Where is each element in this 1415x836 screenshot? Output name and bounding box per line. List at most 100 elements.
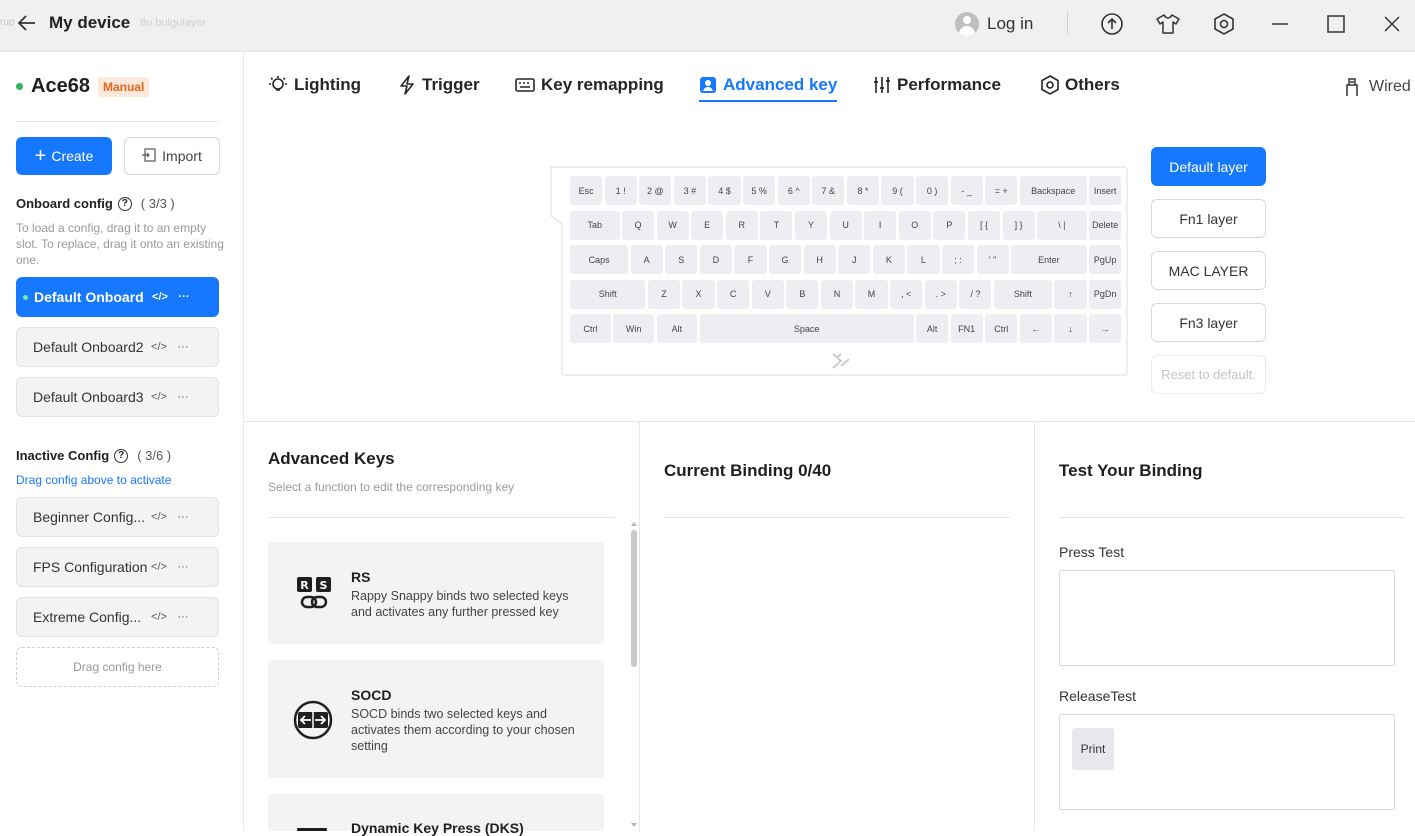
key-fn1[interactable]: FN1 — [950, 314, 983, 343]
key-q[interactable]: Q — [621, 210, 655, 240]
scroll-down-arrow-icon[interactable] — [631, 823, 637, 827]
key-h[interactable]: H — [803, 245, 836, 274]
key-space[interactable]: Space — [699, 314, 914, 343]
key-a[interactable]: A — [630, 245, 663, 274]
key-pgup[interactable]: PgUp — [1089, 245, 1122, 274]
help-icon[interactable]: ? — [114, 448, 129, 463]
key-alt[interactable]: Alt — [656, 314, 698, 343]
upload-icon[interactable] — [1099, 11, 1125, 37]
tab-lighting[interactable]: Lighting — [268, 75, 361, 95]
more-icon[interactable]: ··· — [172, 291, 196, 303]
back-arrow-icon[interactable] — [16, 12, 40, 36]
key-enter[interactable]: Enter — [1011, 245, 1087, 274]
layer-fn3-button[interactable]: Fn3 layer — [1151, 303, 1266, 342]
tab-trigger[interactable]: Trigger — [398, 75, 480, 95]
key-o[interactable]: O — [898, 210, 931, 240]
key-[interactable]: ] } — [1002, 210, 1035, 240]
key-s[interactable]: S — [665, 245, 698, 274]
code-icon[interactable]: </> — [147, 511, 171, 523]
key-3[interactable]: 3 # — [673, 176, 706, 205]
key-esc[interactable]: Esc — [570, 176, 603, 205]
login-button[interactable]: Log in — [955, 11, 1033, 37]
key-x[interactable]: X — [682, 279, 715, 309]
config-item-beginner[interactable]: Beginner Config... </> ··· — [16, 497, 219, 537]
key-pgdn[interactable]: PgDn — [1089, 279, 1122, 309]
key-r[interactable]: R — [725, 210, 758, 240]
key-[interactable]: . > — [924, 279, 957, 309]
maximize-icon[interactable] — [1323, 11, 1349, 37]
key-t[interactable]: T — [760, 210, 793, 240]
key-9[interactable]: 9 ( — [881, 176, 914, 205]
key-insert[interactable]: Insert — [1089, 176, 1122, 205]
key-0[interactable]: 0 ) — [916, 176, 949, 205]
key-alt[interactable]: Alt — [916, 314, 949, 343]
key-j[interactable]: J — [838, 245, 871, 274]
reset-default-button[interactable]: Reset to default. — [1151, 355, 1266, 394]
key-[interactable]: \ | — [1037, 210, 1087, 240]
scroll-up-arrow-icon[interactable] — [631, 522, 637, 526]
key-g[interactable]: G — [768, 245, 802, 274]
code-icon[interactable]: </> — [147, 391, 171, 403]
key-[interactable]: / ? — [959, 279, 992, 309]
key-[interactable]: ' " — [976, 245, 1009, 274]
layer-fn1-button[interactable]: Fn1 layer — [1151, 199, 1266, 238]
key-b[interactable]: B — [786, 279, 819, 309]
key-ctrl[interactable]: Ctrl — [985, 314, 1018, 343]
press-test-area[interactable] — [1059, 570, 1395, 666]
settings-hexagon-icon[interactable] — [1211, 11, 1237, 37]
key-k[interactable]: K — [872, 245, 905, 274]
key-4[interactable]: 4 $ — [708, 176, 741, 205]
scrollbar-thumb[interactable] — [631, 530, 637, 667]
layer-default-button[interactable]: Default layer — [1151, 147, 1266, 186]
code-icon[interactable]: </> — [148, 291, 172, 303]
key-2[interactable]: 2 @ — [639, 176, 672, 205]
key-e[interactable]: E — [691, 210, 724, 240]
advanced-card-socd[interactable]: SOCD SOCD binds two selected keys and ac… — [268, 660, 604, 778]
advanced-card-rs[interactable]: R S RS Rappy Snappy binds two selected k… — [268, 542, 604, 644]
config-item-default-onboard2[interactable]: Default Onboard2 </> ··· — [16, 327, 219, 367]
tab-key-remapping[interactable]: Key remapping — [515, 75, 664, 95]
key-[interactable]: - _ — [950, 176, 983, 205]
key-5[interactable]: 5 % — [743, 176, 776, 205]
key-6[interactable]: 6 ^ — [777, 176, 810, 205]
release-test-area[interactable]: Print — [1059, 714, 1395, 810]
key-[interactable]: ; : — [941, 245, 975, 274]
key-1[interactable]: 1 ! — [604, 176, 637, 205]
key-m[interactable]: M — [855, 279, 888, 309]
more-icon[interactable]: ··· — [171, 611, 195, 623]
tab-advanced-key[interactable]: Advanced key — [699, 75, 838, 102]
key-w[interactable]: W — [656, 210, 689, 240]
more-icon[interactable]: ··· — [171, 511, 195, 523]
key-shift[interactable]: Shift — [570, 279, 646, 309]
help-icon[interactable]: ? — [117, 196, 132, 211]
more-icon[interactable]: ··· — [171, 391, 195, 403]
code-icon[interactable]: </> — [147, 341, 171, 353]
key-p[interactable]: P — [933, 210, 966, 240]
key-[interactable]: [ { — [967, 210, 1001, 240]
layer-mac-button[interactable]: MAC LAYER — [1151, 251, 1266, 290]
key-[interactable]: , < — [890, 279, 923, 309]
key-i[interactable]: I — [864, 210, 897, 240]
key-backspace[interactable]: Backspace — [1019, 176, 1087, 205]
tab-performance[interactable]: Performance — [873, 75, 1001, 95]
key-win[interactable]: Win — [613, 314, 655, 343]
key-v[interactable]: V — [751, 279, 784, 309]
more-icon[interactable]: ··· — [171, 561, 195, 573]
close-icon[interactable] — [1379, 11, 1405, 37]
key-7[interactable]: 7 & — [812, 176, 845, 205]
config-drop-zone[interactable]: Drag config here — [16, 647, 219, 687]
tshirt-icon[interactable] — [1155, 11, 1181, 37]
key-caps[interactable]: Caps — [570, 245, 629, 274]
key-z[interactable]: Z — [647, 279, 681, 309]
key-l[interactable]: L — [907, 245, 940, 274]
key-d[interactable]: D — [699, 245, 732, 274]
key-n[interactable]: N — [820, 279, 854, 309]
key-tab[interactable]: Tab — [570, 210, 620, 240]
key-[interactable]: ← — [1019, 314, 1052, 343]
key-f[interactable]: F — [734, 245, 767, 274]
key-[interactable]: → — [1089, 314, 1122, 343]
key-8[interactable]: 8 * — [846, 176, 879, 205]
key-[interactable]: ↓ — [1054, 314, 1087, 343]
minimize-icon[interactable] — [1267, 11, 1293, 37]
key-c[interactable]: C — [717, 279, 750, 309]
